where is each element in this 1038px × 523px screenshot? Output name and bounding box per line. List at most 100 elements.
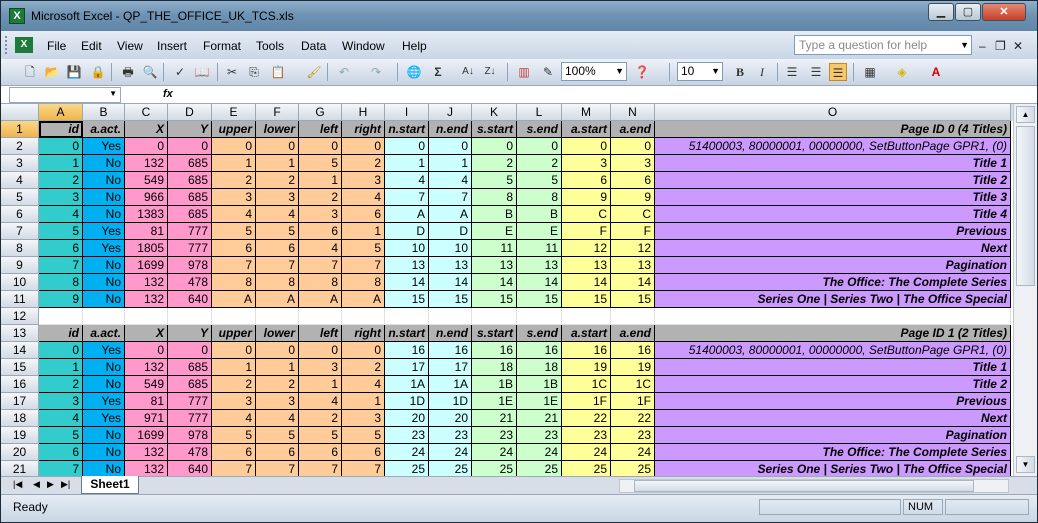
cell-empty[interactable] <box>562 308 611 325</box>
cell[interactable]: 3 <box>611 155 655 172</box>
column-header-i[interactable]: I <box>385 104 429 121</box>
chart-wizard-icon[interactable]: ▥ <box>515 63 533 81</box>
cell[interactable]: 132 <box>125 155 168 172</box>
cell[interactable]: 2 <box>299 189 342 206</box>
cell[interactable]: A <box>212 291 256 308</box>
cell[interactable]: 13 <box>611 257 655 274</box>
cell[interactable]: 6 <box>212 444 256 461</box>
header-cell[interactable]: right <box>342 325 385 342</box>
cell-label[interactable]: Title 1 <box>655 359 1011 376</box>
cell[interactable]: 7 <box>212 257 256 274</box>
cell[interactable]: 0 <box>39 138 83 155</box>
cell-label[interactable]: Previous <box>655 393 1011 410</box>
cell[interactable]: 5 <box>342 427 385 444</box>
cell[interactable]: 20 <box>429 410 472 427</box>
cell-label[interactable]: Title 3 <box>655 189 1011 206</box>
cell[interactable]: 4 <box>299 393 342 410</box>
cell[interactable]: No <box>83 444 125 461</box>
cell[interactable]: 1805 <box>125 240 168 257</box>
cell[interactable]: 0 <box>299 138 342 155</box>
cell[interactable]: F <box>562 223 611 240</box>
cell[interactable]: 81 <box>125 223 168 240</box>
cell[interactable]: 0 <box>611 138 655 155</box>
row-header[interactable]: 11 <box>1 291 39 308</box>
cell[interactable]: 5 <box>517 172 562 189</box>
cell[interactable]: Yes <box>83 240 125 257</box>
doc-close-icon[interactable]: ✕ <box>1013 39 1023 53</box>
cell[interactable]: 14 <box>517 274 562 291</box>
menu-tools[interactable]: Tools <box>256 39 284 53</box>
cell[interactable]: 3 <box>342 410 385 427</box>
row-header[interactable]: 4 <box>1 172 39 189</box>
cell[interactable]: 5 <box>472 172 517 189</box>
header-cell[interactable]: s.start <box>472 121 517 138</box>
cell[interactable]: 3 <box>39 393 83 410</box>
header-cell[interactable]: a.act. <box>83 121 125 138</box>
cell[interactable]: 4 <box>299 240 342 257</box>
cell[interactable]: 16 <box>562 342 611 359</box>
cell[interactable]: 0 <box>342 138 385 155</box>
cell-empty[interactable] <box>611 308 655 325</box>
cell[interactable]: 13 <box>429 257 472 274</box>
permission-icon[interactable]: 🔒 <box>89 63 107 81</box>
zoom-select[interactable]: 100% ▼ <box>561 62 627 81</box>
function-icon[interactable]: fx <box>163 88 173 100</box>
header-cell[interactable]: X <box>125 121 168 138</box>
cell-label[interactable]: 51400003, 80000001, 00000000, SetButtonP… <box>655 342 1011 359</box>
cell[interactable]: 3 <box>256 189 299 206</box>
column-header-e[interactable]: E <box>212 104 256 121</box>
cell[interactable]: 2 <box>472 155 517 172</box>
cell[interactable]: 4 <box>212 410 256 427</box>
bold-icon[interactable]: B <box>731 63 749 81</box>
cell[interactable]: 0 <box>429 138 472 155</box>
cell[interactable]: 640 <box>168 461 212 476</box>
cell[interactable]: 6 <box>299 223 342 240</box>
cell[interactable]: 0 <box>168 342 212 359</box>
column-header-f[interactable]: F <box>256 104 299 121</box>
cell[interactable]: 17 <box>385 359 429 376</box>
tab-sheet1[interactable]: Sheet1 <box>81 476 139 494</box>
cell[interactable]: E <box>517 223 562 240</box>
print-icon[interactable]: 🖶 <box>119 63 137 81</box>
cell[interactable]: D <box>429 223 472 240</box>
cell[interactable]: 3 <box>299 206 342 223</box>
hyperlink-icon[interactable]: 🌐 <box>405 63 423 81</box>
cell[interactable]: 9 <box>562 189 611 206</box>
cell[interactable]: 1C <box>562 376 611 393</box>
cell[interactable]: 9 <box>39 291 83 308</box>
cell[interactable]: 0 <box>299 342 342 359</box>
cell[interactable]: 1 <box>212 155 256 172</box>
cell[interactable]: 15 <box>429 291 472 308</box>
cell[interactable]: E <box>472 223 517 240</box>
cell[interactable]: 978 <box>168 427 212 444</box>
cell[interactable]: 1D <box>385 393 429 410</box>
cell[interactable]: 777 <box>168 410 212 427</box>
menu-insert[interactable]: Insert <box>157 39 187 53</box>
cell[interactable]: 10 <box>429 240 472 257</box>
cell[interactable]: B <box>472 206 517 223</box>
cell[interactable]: 5 <box>342 240 385 257</box>
chevron-down-icon[interactable]: ▼ <box>615 63 624 80</box>
header-cell[interactable]: a.end <box>611 121 655 138</box>
cell-empty[interactable] <box>472 308 517 325</box>
cell-label[interactable]: Title 1 <box>655 155 1011 172</box>
cell[interactable]: 6 <box>256 444 299 461</box>
cell-label[interactable]: The Office: The Complete Series <box>655 444 1011 461</box>
column-header-m[interactable]: M <box>562 104 611 121</box>
cell[interactable]: 2 <box>212 376 256 393</box>
column-header-h[interactable]: H <box>342 104 385 121</box>
cell[interactable]: 24 <box>472 444 517 461</box>
column-header-d[interactable]: D <box>168 104 212 121</box>
cell[interactable]: Yes <box>83 410 125 427</box>
row-header[interactable]: 15 <box>1 359 39 376</box>
cell[interactable]: No <box>83 257 125 274</box>
help-icon[interactable]: ❓ <box>633 63 651 81</box>
cell[interactable]: 1 <box>256 359 299 376</box>
row-header[interactable]: 13 <box>1 325 39 342</box>
cell[interactable]: 2 <box>517 155 562 172</box>
cell[interactable]: 5 <box>212 223 256 240</box>
cell[interactable]: 2 <box>299 410 342 427</box>
header-cell[interactable]: right <box>342 121 385 138</box>
cell[interactable]: 777 <box>168 393 212 410</box>
cell[interactable]: 8 <box>517 189 562 206</box>
